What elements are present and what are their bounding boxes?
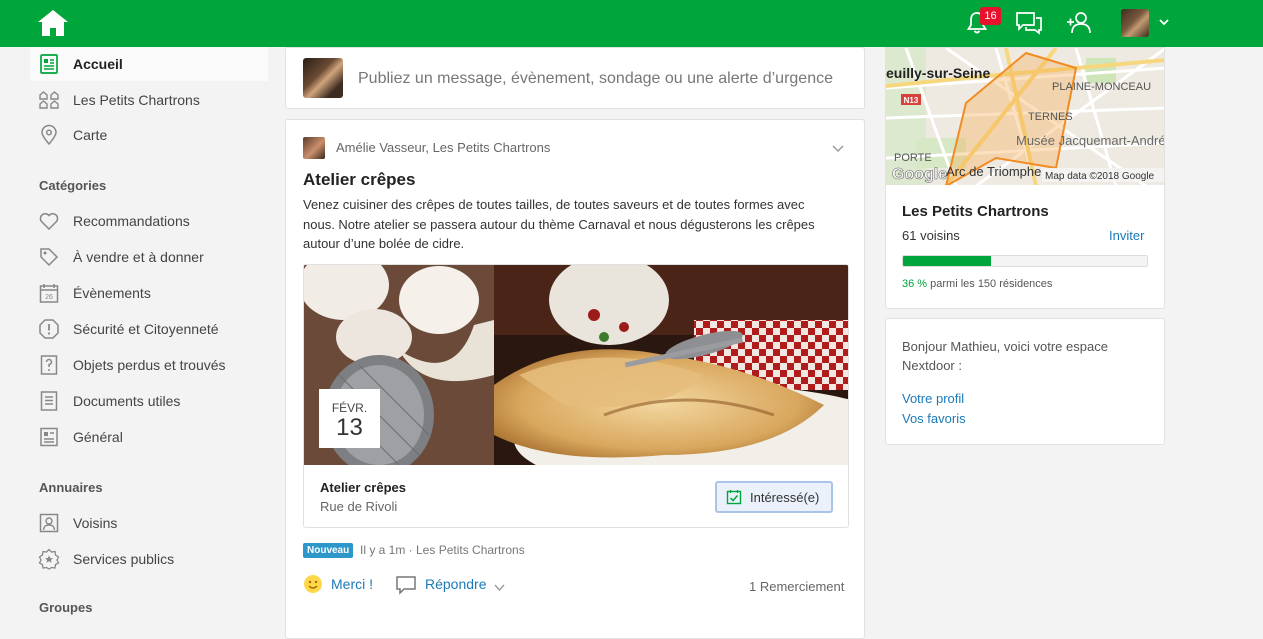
map-district-label: TERNES bbox=[1028, 111, 1073, 123]
interested-label: Intéressé(e) bbox=[750, 489, 820, 505]
post-author[interactable]: Amélie Vasseur, Les Petits Chartrons bbox=[336, 140, 550, 155]
user-avatar[interactable] bbox=[1121, 9, 1149, 37]
calendar-check-icon bbox=[726, 490, 742, 505]
chevron-down-icon[interactable] bbox=[494, 582, 505, 593]
sidebar-item-label: Général bbox=[73, 429, 123, 445]
add-neighbor-icon[interactable] bbox=[1065, 10, 1093, 36]
post-title: Atelier crêpes bbox=[303, 170, 416, 189]
general-icon bbox=[40, 427, 58, 447]
membership-progress-bar bbox=[902, 255, 1148, 267]
event-day: 13 bbox=[336, 414, 363, 441]
map-brand-label: Google bbox=[892, 166, 947, 183]
map-attribution: Map data ©2018 Google bbox=[1045, 171, 1155, 182]
sidebar-item-accueil[interactable]: Accueil bbox=[30, 47, 268, 81]
neighborhood-icon bbox=[39, 91, 59, 109]
badge-icon bbox=[38, 548, 60, 570]
event-post-card: Amélie Vasseur, Les Petits Chartrons Ate… bbox=[285, 119, 865, 639]
top-navbar: 16 bbox=[0, 0, 1263, 47]
calendar-icon: 26 bbox=[39, 284, 59, 303]
author-avatar[interactable] bbox=[303, 137, 325, 159]
categories-title: Catégories bbox=[39, 178, 107, 193]
sidebar-item-voisins[interactable]: Voisins bbox=[30, 506, 268, 540]
map-poi-label: Musée Jacquemart-André bbox=[1016, 133, 1165, 148]
neighborhood-name[interactable]: Les Petits Chartrons bbox=[902, 203, 1049, 220]
shield-alert-icon bbox=[39, 319, 59, 339]
new-badge: Nouveau bbox=[303, 543, 354, 558]
heart-icon bbox=[39, 213, 59, 231]
map-poi-label: Arc de Triomphe bbox=[946, 164, 1041, 179]
sidebar-item-label: À vendre et à donner bbox=[73, 249, 204, 265]
home-icon[interactable] bbox=[37, 9, 69, 37]
sidebar-item-label: Recommandations bbox=[73, 213, 190, 229]
sidebar-item-label: Documents utiles bbox=[73, 393, 181, 409]
membership-percent: 36 % bbox=[902, 278, 928, 290]
sidebar-item-label: Carte bbox=[73, 127, 108, 143]
post-composer[interactable]: Publiez un message, évènement, sondage o… bbox=[285, 47, 865, 109]
event-location: Rue de Rivoli bbox=[320, 499, 398, 514]
map-city-label: euilly-sur-Seine bbox=[886, 65, 990, 81]
sidebar-item-securite[interactable]: Sécurité et Citoyenneté bbox=[30, 312, 268, 346]
sidebar-item-neighborhood[interactable]: Les Petits Chartrons bbox=[30, 83, 268, 117]
sidebar-item-recommandations[interactable]: Recommandations bbox=[30, 204, 268, 238]
neighborhood-summary: Les Petits Chartrons 61 voisins Inviter … bbox=[885, 185, 1165, 309]
post-body: Venez cuisiner des crêpes de toutes tail… bbox=[303, 197, 815, 251]
map-pin-icon bbox=[41, 124, 57, 146]
sidebar-item-label: Objets perdus et trouvés bbox=[73, 357, 226, 373]
sidebar-item-objets-perdus[interactable]: Objets perdus et trouvés bbox=[30, 348, 268, 382]
map-image: N13 euilly-sur-Seine PLAINE-MONCEAU TERN… bbox=[886, 48, 1165, 185]
neighborhood-map[interactable]: N13 euilly-sur-Seine PLAINE-MONCEAU TERN… bbox=[885, 47, 1165, 185]
smiley-icon[interactable] bbox=[303, 574, 323, 594]
svg-text:26: 26 bbox=[45, 294, 53, 301]
sidebar-item-label: Les Petits Chartrons bbox=[73, 92, 200, 108]
event-card[interactable]: FÉVR. 13 Atelier crêpes Rue de Rivoli In… bbox=[303, 264, 849, 528]
profile-link[interactable]: Votre profil bbox=[902, 391, 964, 406]
crepes-photo bbox=[304, 265, 848, 465]
sidebar-item-label: Sécurité et Citoyenneté bbox=[73, 321, 219, 337]
map-road-label: N13 bbox=[904, 96, 919, 105]
notification-count-badge: 16 bbox=[980, 7, 1001, 25]
membership-rest: parmi les 150 résidences bbox=[927, 278, 1053, 290]
groups-title: Groupes bbox=[39, 600, 93, 615]
neighbors-count: 61 voisins bbox=[902, 228, 960, 243]
chevron-down-icon[interactable] bbox=[1158, 16, 1170, 28]
thanks-count[interactable]: 1 Remerciement bbox=[749, 579, 844, 594]
person-icon bbox=[39, 513, 59, 533]
invite-link[interactable]: Inviter bbox=[1109, 228, 1144, 243]
sidebar-item-carte[interactable]: Carte bbox=[30, 118, 268, 152]
event-photo: FÉVR. 13 bbox=[304, 265, 848, 465]
welcome-card: Bonjour Mathieu, voici votre espace Next… bbox=[885, 318, 1165, 445]
composer-placeholder[interactable]: Publiez un message, évènement, sondage o… bbox=[358, 70, 833, 88]
map-district-label: PLAINE-MONCEAU bbox=[1052, 81, 1151, 93]
map-district-label: PORTE bbox=[894, 152, 932, 164]
reply-button[interactable]: Répondre bbox=[425, 576, 487, 592]
sidebar-item-label: Accueil bbox=[73, 56, 123, 72]
sidebar-item-evenements[interactable]: 26 Évènements bbox=[30, 276, 268, 310]
sidebar-item-label: Voisins bbox=[73, 515, 118, 531]
favorites-link[interactable]: Vos favoris bbox=[902, 411, 966, 426]
event-title: Atelier crêpes bbox=[320, 480, 406, 495]
welcome-message: Bonjour Mathieu, voici votre espace Next… bbox=[902, 339, 1108, 373]
event-month: FÉVR. bbox=[331, 401, 368, 415]
sidebar-item-label: Services publics bbox=[73, 551, 175, 567]
messages-icon[interactable] bbox=[1014, 10, 1044, 36]
event-date: FÉVR. 13 bbox=[319, 389, 380, 448]
sidebar-item-general[interactable]: Général bbox=[30, 420, 268, 454]
membership-text: 36 % parmi les 150 résidences bbox=[902, 278, 1052, 290]
post-meta: Il y a 1m · Les Petits Chartrons bbox=[360, 543, 525, 557]
sidebar-item-services-publics[interactable]: Services publics bbox=[30, 542, 268, 576]
sidebar-item-a-vendre[interactable]: À vendre et à donner bbox=[30, 240, 268, 274]
sidebar-item-label: Évènements bbox=[73, 285, 151, 301]
directories-title: Annuaires bbox=[39, 480, 103, 495]
chevron-down-icon[interactable] bbox=[832, 142, 844, 154]
reply-bubble-icon[interactable] bbox=[395, 575, 417, 595]
tag-icon bbox=[40, 248, 59, 267]
newspaper-icon bbox=[40, 54, 58, 74]
document-icon bbox=[40, 391, 58, 411]
avatar bbox=[303, 58, 343, 98]
sidebar-item-documents[interactable]: Documents utiles bbox=[30, 384, 268, 418]
interested-button[interactable]: Intéressé(e) bbox=[715, 481, 833, 513]
question-icon bbox=[40, 355, 58, 375]
thanks-button[interactable]: Merci ! bbox=[331, 576, 373, 592]
progress-fill bbox=[903, 256, 991, 266]
